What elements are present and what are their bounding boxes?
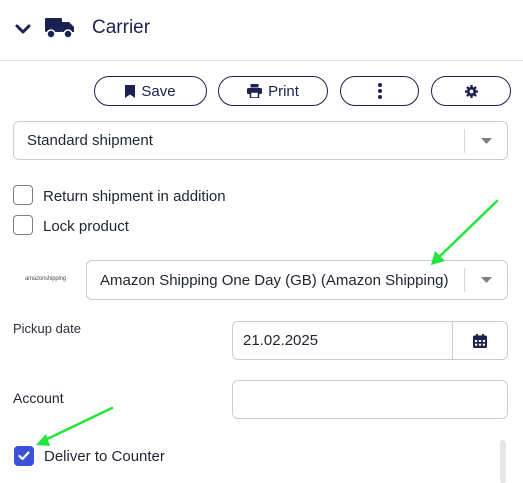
carrier-service-value: Amazon Shipping One Day (GB) (Amazon Shi… [100, 271, 449, 289]
bookmark-icon [125, 84, 136, 98]
print-button[interactable]: Print [218, 76, 328, 106]
return-shipment-label[interactable]: Return shipment in addition [43, 188, 226, 205]
calendar-icon [473, 333, 487, 348]
arrow-to-carrier-service [431, 199, 499, 265]
carrier-service-select[interactable]: Amazon Shipping One Day (GB) (Amazon Shi… [86, 260, 508, 300]
chevron-down-icon[interactable] [14, 20, 32, 38]
deliver-to-counter-checkbox[interactable] [14, 446, 34, 466]
caret-down-icon[interactable] [465, 137, 507, 144]
settings-button[interactable] [431, 76, 511, 106]
shipment-type-select[interactable]: Standard shipment [13, 121, 508, 160]
pickup-date-value: 21.02.2025 [243, 332, 319, 349]
amazon-shipping-logo: amazonshipping [25, 276, 66, 282]
more-actions-button[interactable] [340, 76, 419, 106]
more-vertical-icon [377, 83, 382, 99]
panel-title: Carrier [92, 17, 151, 38]
lock-product-label[interactable]: Lock product [43, 218, 129, 235]
truck-icon [45, 18, 74, 39]
scrollbar[interactable] [500, 440, 506, 483]
printer-icon [247, 84, 263, 98]
save-button-label: Save [141, 82, 176, 100]
account-label: Account [13, 390, 64, 406]
pickup-date-input[interactable]: 21.02.2025 [232, 321, 508, 360]
gear-icon [464, 84, 478, 98]
carrier-panel-header[interactable]: Carrier [0, 0, 523, 61]
pickup-date-label: Pickup date [13, 321, 81, 336]
return-shipment-checkbox[interactable] [13, 185, 33, 205]
save-button[interactable]: Save [94, 76, 207, 106]
account-input[interactable] [232, 380, 508, 419]
print-button-label: Print [268, 82, 299, 100]
calendar-button[interactable] [453, 333, 507, 348]
arrow-to-deliver-checkbox [36, 406, 114, 446]
checkmark-icon [18, 451, 30, 461]
lock-product-checkbox[interactable] [13, 215, 33, 235]
deliver-to-counter-label[interactable]: Deliver to Counter [44, 448, 165, 465]
shipment-type-value: Standard shipment [27, 132, 153, 149]
caret-down-icon[interactable] [465, 277, 507, 283]
